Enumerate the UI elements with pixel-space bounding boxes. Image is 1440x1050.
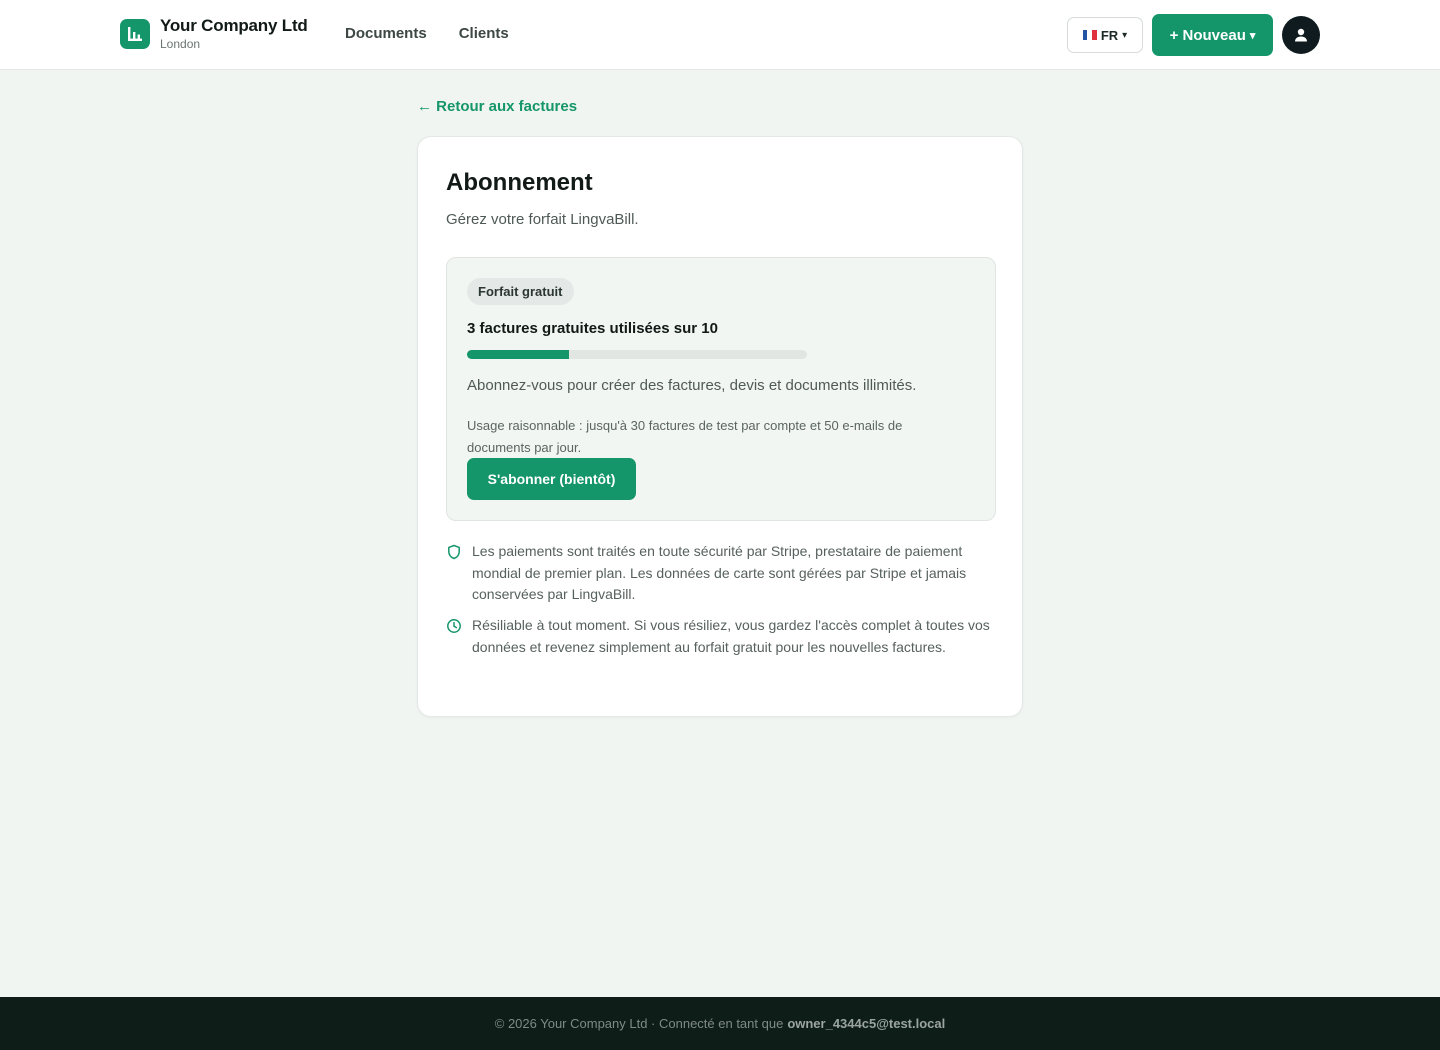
plan-panel: Forfait gratuit 3 factures gratuites uti… bbox=[446, 257, 996, 521]
plan-description: Abonnez-vous pour créer des factures, de… bbox=[467, 377, 917, 394]
nav-clients[interactable]: Clients bbox=[459, 25, 509, 42]
new-document-button[interactable]: + Nouveau ▾ bbox=[1152, 14, 1273, 56]
security-info: Les paiements sont traités en toute sécu… bbox=[446, 541, 994, 606]
main-nav: Documents Clients bbox=[345, 25, 509, 42]
new-button-label: + Nouveau bbox=[1169, 26, 1246, 44]
subscribe-button[interactable]: S'abonner (bientôt) bbox=[467, 458, 636, 500]
page-subtitle: Gérez votre forfait LingvaBill. bbox=[446, 211, 639, 228]
company-name: Your Company Ltd bbox=[160, 16, 308, 35]
fair-use-note: Usage raisonnable : jusqu'à 30 factures … bbox=[467, 418, 903, 455]
top-header: Your Company Ltd London Documents Client… bbox=[0, 0, 1440, 70]
shield-icon bbox=[448, 544, 460, 560]
subscription-card: Abonnement Gérez votre forfait LingvaBil… bbox=[417, 136, 1023, 717]
usage-progress-bar bbox=[467, 350, 807, 359]
back-to-invoices-link[interactable]: ← Retour aux factures bbox=[417, 98, 577, 115]
clock-icon bbox=[447, 619, 461, 633]
france-flag-icon bbox=[1082, 30, 1097, 40]
company-brand[interactable]: Your Company Ltd London bbox=[120, 16, 308, 52]
company-city: London bbox=[160, 37, 201, 51]
user-icon bbox=[1295, 28, 1307, 42]
company-logo-icon bbox=[120, 19, 150, 49]
usage-progress-fill bbox=[467, 350, 569, 359]
usage-text: 3 factures gratuites utilisées sur 10 bbox=[467, 320, 718, 337]
footer-user-email: owner_4344c5@test.local bbox=[787, 1016, 946, 1031]
cancellation-info: Résiliable à tout moment. Si vous résili… bbox=[446, 615, 994, 658]
language-selector[interactable]: FR ▾ bbox=[1067, 17, 1143, 53]
language-code: FR bbox=[1100, 27, 1119, 43]
page-title: Abonnement bbox=[446, 169, 593, 196]
security-info-text: Les paiements sont traités en toute sécu… bbox=[472, 543, 967, 602]
page-footer: © 2026 Your Company Ltd · Connecté en ta… bbox=[0, 997, 1440, 1050]
user-avatar[interactable] bbox=[1282, 16, 1320, 54]
chevron-down-icon: ▾ bbox=[1249, 29, 1256, 42]
chevron-down-icon: ▾ bbox=[1122, 29, 1128, 41]
plan-badge: Forfait gratuit bbox=[467, 278, 574, 305]
footer-text: © 2026 Your Company Ltd · Connecté en ta… bbox=[494, 1016, 784, 1031]
nav-documents[interactable]: Documents bbox=[345, 25, 427, 42]
cancellation-info-text: Résiliable à tout moment. Si vous résili… bbox=[472, 617, 990, 655]
